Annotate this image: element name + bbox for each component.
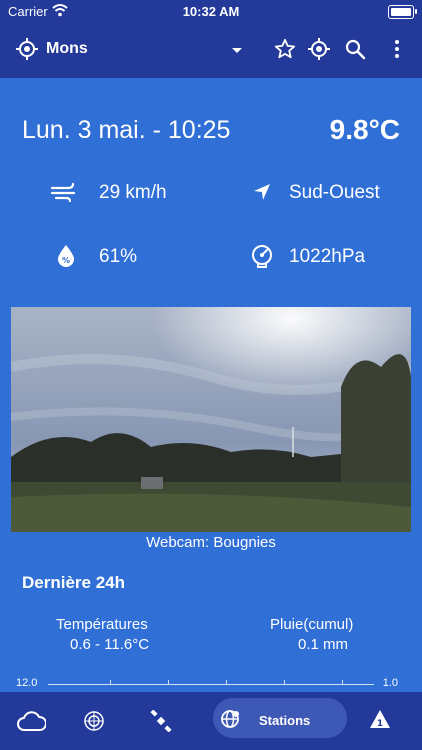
rain-value: 0.1 mm: [298, 636, 349, 653]
app-toolbar: Mons: [0, 24, 422, 78]
chart-axis-line: [48, 684, 374, 685]
city-selector[interactable]: Mons: [46, 40, 88, 58]
radar-icon[interactable]: [83, 710, 105, 732]
wind-speed: 29 km/h: [99, 182, 167, 203]
chart-tick: [284, 680, 285, 685]
search-icon[interactable]: [344, 38, 366, 60]
battery-icon: [388, 5, 417, 19]
chart-axis-right: 1.0: [382, 677, 398, 689]
satellite-icon[interactable]: [150, 710, 172, 732]
pressure-gauge-icon: [252, 245, 272, 268]
alert-badge: 1: [377, 719, 383, 729]
location-target-icon[interactable]: [16, 38, 38, 60]
chart-tick: [226, 680, 227, 685]
temperatures-value: 0.6 - 11.6°C: [70, 636, 150, 653]
chart-tick: [168, 680, 169, 685]
last-24h-title: Dernière 24h: [22, 573, 125, 592]
humidity-drop-icon: %: [58, 245, 74, 267]
chart-tick: [342, 680, 343, 685]
temperatures-label: Températures: [56, 616, 148, 633]
chart-axis-left: 12.0: [16, 677, 38, 689]
wind-direction: Sud-Ouest: [289, 182, 380, 203]
rain-label: Pluie(cumul): [270, 616, 354, 633]
cloud-icon[interactable]: [16, 710, 46, 732]
humidity: 61%: [99, 246, 138, 267]
weather-panel: Lun. 3 mai. - 10:25 9.8°C 29 km/h Sud-Ou…: [0, 78, 422, 750]
pressure: 1022hPa: [289, 246, 366, 267]
date-time: Lun. 3 mai. - 10:25: [22, 116, 231, 144]
wind-icon: [50, 182, 76, 202]
status-time: 10:32 AM: [182, 4, 240, 19]
globe-stations-icon: [221, 710, 239, 728]
chevron-down-icon[interactable]: [230, 40, 244, 60]
status-bar: Carrier 10:32 AM: [0, 0, 422, 24]
tab-stations-label: Stations: [259, 713, 311, 728]
direction-arrow-icon: [254, 184, 270, 200]
webcam-image[interactable]: [11, 307, 411, 532]
alert-icon[interactable]: 1: [369, 708, 391, 730]
star-icon[interactable]: [274, 38, 296, 60]
chart-tick: [110, 680, 111, 685]
current-temperature: 9.8°C: [329, 114, 400, 145]
gps-icon[interactable]: [308, 38, 330, 60]
more-vertical-icon[interactable]: [386, 38, 408, 60]
bottom-navigation: Stations 1: [0, 692, 422, 750]
svg-text:%: %: [62, 256, 70, 265]
webcam-caption: Webcam: Bougnies: [146, 534, 276, 551]
